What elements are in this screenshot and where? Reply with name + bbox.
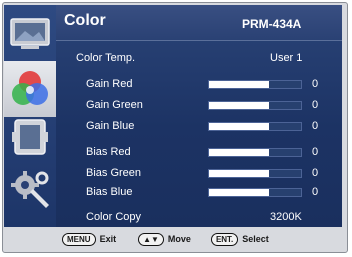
- bias-green-slider[interactable]: [208, 169, 302, 178]
- sidebar-item-display[interactable]: [4, 113, 56, 163]
- color-copy-label[interactable]: Color Copy: [86, 211, 141, 223]
- menu-key[interactable]: MENU: [62, 232, 96, 246]
- gain-red-label[interactable]: Gain Red: [86, 78, 132, 90]
- gain-red-slider[interactable]: [208, 80, 302, 89]
- settings-tools-icon: [11, 171, 49, 208]
- model-name: PRM-434A: [242, 17, 302, 31]
- display-icon: [12, 119, 48, 155]
- gain-blue-value: 0: [312, 120, 319, 132]
- page-title: Color: [64, 12, 106, 29]
- sidebar-item-color[interactable]: [4, 61, 56, 117]
- gain-blue-fill: [209, 123, 269, 130]
- bias-green-value: 0: [312, 167, 319, 179]
- menu-header: Color PRM-434A: [56, 5, 342, 41]
- bias-green-label[interactable]: Bias Green: [86, 167, 141, 179]
- gain-green-value: 0: [312, 99, 319, 111]
- gain-red-fill: [209, 81, 269, 88]
- bias-blue-slider[interactable]: [208, 188, 302, 197]
- rgb-color-icon: [12, 71, 48, 105]
- color-copy-value[interactable]: 3200K: [270, 211, 302, 223]
- bias-blue-fill: [209, 189, 269, 196]
- bias-blue-label[interactable]: Bias Blue: [86, 186, 132, 198]
- gain-blue-slider[interactable]: [208, 122, 302, 131]
- gain-blue-label[interactable]: Gain Blue: [86, 120, 134, 132]
- gain-green-fill: [209, 102, 269, 109]
- color-menu-panel: Color PRM-434A Color Temp. User 1 Gain R…: [56, 5, 342, 227]
- menu-key-action: Exit: [99, 234, 117, 244]
- bias-red-value: 0: [312, 146, 319, 158]
- enter-key[interactable]: ENT.: [210, 232, 239, 246]
- bias-blue-value: 0: [312, 186, 319, 198]
- sidebar-item-picture[interactable]: [4, 9, 56, 59]
- move-key-action: Move: [167, 234, 191, 244]
- sidebar-item-settings[interactable]: [4, 165, 56, 215]
- color-temp-label[interactable]: Color Temp.: [76, 52, 135, 64]
- bias-red-fill: [209, 149, 269, 156]
- gain-green-label[interactable]: Gain Green: [86, 99, 143, 111]
- bias-red-slider[interactable]: [208, 148, 302, 157]
- picture-icon: [10, 18, 50, 49]
- sidebar: [4, 5, 56, 227]
- bias-green-fill: [209, 170, 269, 177]
- footer-help-bar: MENU Exit ▲▼ Move ENT. Select: [4, 229, 342, 249]
- bias-red-label[interactable]: Bias Red: [86, 146, 131, 158]
- move-key[interactable]: ▲▼: [138, 232, 164, 246]
- gain-green-slider[interactable]: [208, 101, 302, 110]
- color-temp-value[interactable]: User 1: [270, 52, 302, 64]
- enter-key-action: Select: [242, 234, 269, 244]
- gain-red-value: 0: [312, 78, 319, 90]
